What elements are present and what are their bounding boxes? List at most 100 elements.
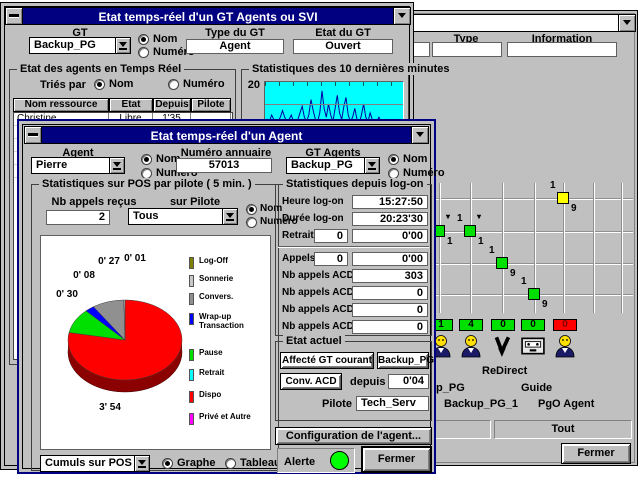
combo-arrow-icon[interactable]: [134, 456, 149, 471]
gt-titlebar[interactable]: Etat temps-réel d'un GT Agents ou SVI: [5, 7, 411, 25]
sort-label: Triés par: [40, 79, 86, 91]
legend-color-icon: [189, 275, 194, 287]
legend-label: Log-Off: [199, 256, 257, 265]
legend-item: Convers.: [189, 292, 267, 310]
routing-diagram: 1911▾11▾191914000ReDirectBackup_PGGuideB…: [425, 183, 635, 417]
gtagents-nom-radio[interactable]: [388, 154, 399, 165]
type-gt-value: Agent: [186, 39, 284, 54]
information-field: [507, 42, 617, 57]
agent-nom-radio[interactable]: [141, 154, 152, 165]
counter-box: 0: [491, 319, 515, 331]
agents-table-header: Nom ressourceEtatDepuisPilote: [13, 98, 233, 112]
minimize-icon[interactable]: [393, 8, 410, 24]
legend-color-icon: [189, 349, 194, 361]
node-count-bottom: 1: [447, 236, 453, 247]
node-count-top: 1: [550, 180, 556, 191]
pilote-numero-radio[interactable]: [246, 217, 257, 228]
legend-label: Sonnerie: [199, 274, 257, 283]
column-header[interactable]: Etat: [109, 98, 153, 112]
diagram-label: Guide: [521, 382, 552, 394]
combo-arrow-icon[interactable]: [364, 158, 379, 173]
diagram-node[interactable]: [528, 288, 540, 300]
sort-numero-radio[interactable]: [168, 79, 179, 90]
column-header[interactable]: Nom ressource: [13, 98, 109, 112]
minimize-icon[interactable]: [411, 127, 428, 143]
etat-actuel-group: Etat actuel Affecté GT courant Backup_PG…: [275, 341, 432, 421]
gt-window-title: Etat temps-réel d'un GT Agents ou SVI: [98, 10, 317, 24]
overview-fermer-button[interactable]: Fermer: [561, 443, 631, 464]
legend-color-icon: [189, 313, 194, 325]
combo-arrow-icon[interactable]: [115, 38, 130, 53]
graphe-radio[interactable]: [162, 458, 173, 469]
pos-group: Statistiques sur POS par pilote ( 5 min.…: [31, 184, 279, 471]
stat-value-field: 0: [352, 303, 428, 317]
node-count-top: 1: [521, 276, 527, 287]
column-header[interactable]: Pilote: [191, 98, 231, 112]
gt-numero-radio[interactable]: [138, 47, 149, 58]
legend-item: Retrait: [189, 368, 267, 386]
stat-count-field: 0: [314, 229, 348, 243]
stat-value-field: 303: [352, 269, 428, 283]
stat-value-field: 20:23'30: [352, 212, 428, 226]
gt-combobox[interactable]: Backup_PG: [29, 37, 131, 54]
legend-color-icon: [189, 413, 194, 425]
gt-nom-label: Nom: [153, 33, 177, 45]
minimize-icon[interactable]: [618, 15, 635, 31]
conv-acd-button[interactable]: Conv. ACD: [280, 373, 342, 390]
combo-arrow-icon[interactable]: [109, 158, 124, 173]
y-tick-20: 20: [244, 79, 260, 91]
pie-label-wrapup: 0' 08: [64, 270, 104, 281]
configuration-button[interactable]: Configuration de l'agent...: [275, 427, 432, 445]
grid-line: [439, 183, 440, 313]
agent-fermer-button[interactable]: Fermer: [361, 446, 432, 473]
agent-icon[interactable]: [553, 334, 577, 358]
marker-icon: ▾: [446, 212, 450, 221]
legend-label: Wrap-up Transaction: [199, 312, 257, 330]
gt-agents-combobox[interactable]: Backup_PG: [286, 157, 380, 174]
system-menu-icon[interactable]: [25, 127, 42, 143]
stat-count-field: 0: [314, 252, 348, 266]
redirect-icon[interactable]: [491, 334, 515, 358]
agent-window: Etat temps-réel d'un Agent Agent Pierre …: [17, 119, 436, 474]
grid-line: [621, 183, 622, 313]
diagram-label: Backup_PG_1: [444, 398, 518, 410]
diagram-node[interactable]: [464, 225, 476, 237]
gt-courant-button[interactable]: Backup_PG: [377, 352, 429, 369]
combo-arrow-icon[interactable]: [222, 209, 237, 224]
pilote-value: Tech_Serv: [356, 396, 429, 411]
grid-line: [425, 198, 633, 199]
node-count-bottom: 9: [542, 299, 548, 310]
cumuls-combobox[interactable]: Cumuls sur POS: [40, 455, 150, 472]
node-count-top: 1: [457, 213, 463, 224]
alerte-label: Alerte: [284, 454, 315, 471]
marker-icon: ▾: [477, 212, 481, 221]
agent-window-title: Etat temps-réel d'un Agent: [151, 129, 303, 143]
alert-status-icon: [330, 451, 349, 470]
diagram-node[interactable]: [557, 192, 569, 204]
legend-color-icon: [189, 391, 194, 403]
column-header[interactable]: Depuis: [153, 98, 191, 112]
pie-label-dispo: 3' 54: [90, 402, 130, 413]
tableau-radio[interactable]: [225, 458, 236, 469]
legend-color-icon: [189, 293, 194, 305]
nb-appels-recus-label: Nb appels reçus: [38, 196, 150, 208]
agent-titlebar[interactable]: Etat temps-réel d'un Agent: [24, 126, 429, 144]
agent-icon[interactable]: [459, 334, 483, 358]
etat-gt-value: Ouvert: [293, 39, 393, 54]
agent-combobox[interactable]: Pierre: [31, 157, 125, 174]
affecte-gt-button[interactable]: Affecté GT courant: [280, 352, 374, 369]
stat-label: Heure log-on: [282, 196, 344, 207]
diagram-label: ReDirect: [482, 365, 527, 377]
gt-nom-radio[interactable]: [138, 34, 149, 45]
legend-color-icon: [189, 369, 194, 381]
pilote-nom-radio[interactable]: [246, 204, 257, 215]
diagram-node[interactable]: [496, 257, 508, 269]
legend-item: Pause: [189, 348, 267, 366]
sur-pilote-combobox[interactable]: Tous: [128, 208, 238, 225]
guide-icon[interactable]: [521, 334, 545, 358]
grid-line: [425, 263, 633, 264]
legend-item: Privé et Autre: [189, 412, 267, 430]
legend-color-icon: [189, 257, 194, 269]
system-menu-icon[interactable]: [6, 8, 23, 24]
sort-nom-radio[interactable]: [94, 79, 105, 90]
